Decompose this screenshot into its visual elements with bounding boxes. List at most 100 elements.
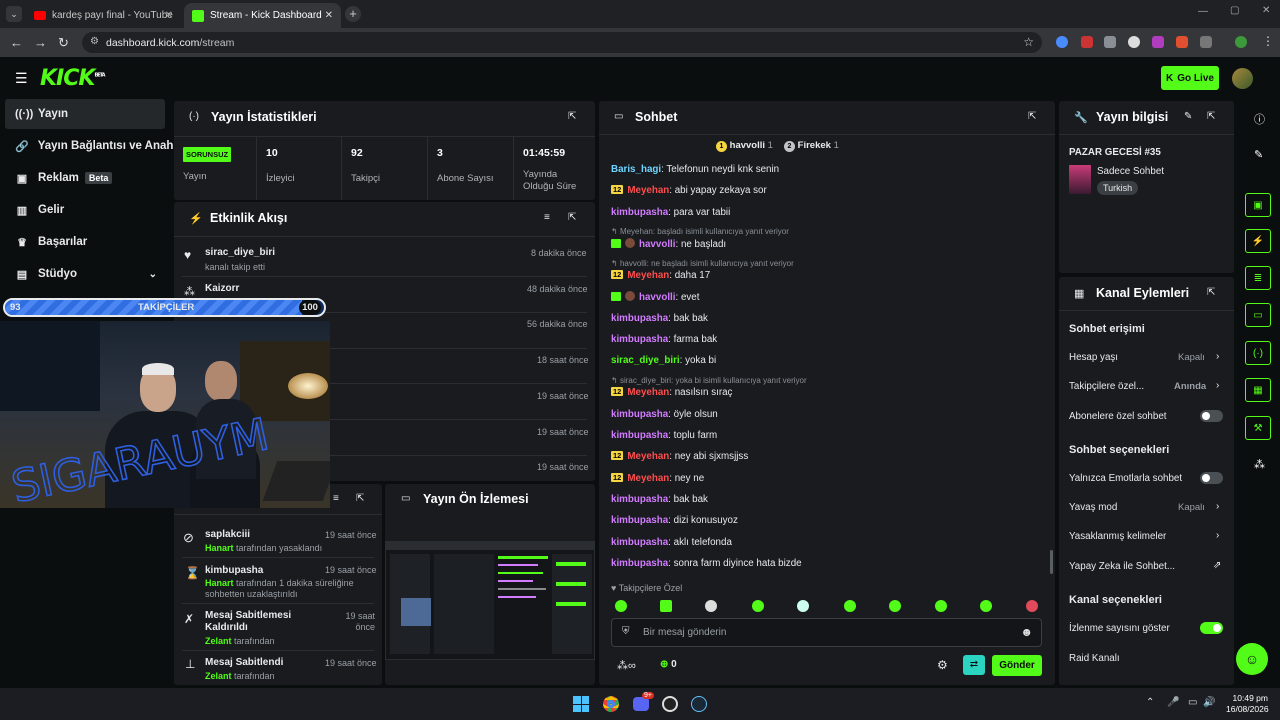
kick-logo[interactable]: KICKBETA [40,66,106,91]
chat-message[interactable]: sirac_diye_biri: yoka bi [611,355,716,366]
rail-modlog-button[interactable]: ≣ [1245,266,1271,290]
emote-icon[interactable] [660,600,672,612]
category-thumbnail[interactable] [1069,165,1091,194]
help-chat-button[interactable]: ☺ [1236,643,1268,675]
extension-icon[interactable] [1104,36,1116,48]
nav-item-achievements[interactable]: ♛ Başarılar [5,227,165,257]
account-age-setting[interactable]: Hesap yaşı [1069,352,1118,363]
filter-icon[interactable]: ≡ [544,212,550,223]
chat-message[interactable]: kimbupasha: bak bak [611,494,708,505]
tab-search-icon[interactable]: ⌄ [6,6,22,22]
popout-icon[interactable]: ⇱ [568,212,576,223]
chat-message[interactable]: kimbupasha: bak bak [611,313,708,324]
site-info-icon[interactable]: ⚙ [90,36,99,47]
chat-message[interactable]: kimbupasha: para var tabii [611,207,730,218]
slow-mode-setting[interactable]: Yavaş mod [1069,502,1117,513]
rail-info-button[interactable]: ⚒ [1245,416,1271,440]
chevron-right-icon[interactable]: › [1216,530,1219,541]
subs-only-toggle[interactable] [1200,410,1223,422]
settings-gear-icon[interactable]: ⚙ [937,658,948,672]
rail-activity-button[interactable]: ⚡ [1245,229,1271,253]
chat-points-infinity[interactable]: ⁂∞ [617,659,636,672]
windows-start-icon[interactable] [573,696,589,712]
minimize-icon[interactable]: — [1198,6,1208,17]
chevron-down-icon[interactable]: ⌄ [149,269,157,280]
extension-icon[interactable] [1081,36,1093,48]
address-bar[interactable]: ⚙ dashboard.kick.com/stream ☆ [82,32,1042,53]
chat-points[interactable]: ⊕ 0 [660,659,677,670]
ai-chat-setting[interactable]: Yapay Zeka ile Sohbet... [1069,561,1175,572]
send-button[interactable]: Gönder [992,655,1042,676]
chat-input[interactable]: ⛨ Bir mesaj gönderin ☻ [611,618,1042,647]
nav-item-stream-key[interactable]: 🔗Yayın Bağlantısı ve Anahtar [5,131,173,161]
emote-icon[interactable] [889,600,901,612]
activity-user[interactable]: sirac_diye_biri [205,247,275,258]
chat-message[interactable]: 12 Meyehan: abi yapay zekaya sor [611,185,767,196]
rail-broadcast-button[interactable]: (·) [1245,341,1271,365]
rail-chat-button[interactable]: ▭ [1245,303,1271,327]
nav-item-stream[interactable]: ((·)) Yayın [5,99,165,129]
emote-only-toggle[interactable] [1200,472,1223,484]
microphone-icon[interactable]: 🎤 [1167,697,1179,708]
nav-item-revenue[interactable]: ▥ Gelir [5,195,165,225]
chat-message[interactable]: Baris_hagi: Telefonun neydi knk senin [611,164,779,175]
discord-icon[interactable] [633,697,649,711]
top-gifter-2[interactable]: 2 Firekek 1 [784,140,839,152]
chat-message[interactable]: havvolli: ne başladı [611,238,726,250]
extensions-puzzle-icon[interactable] [1200,36,1212,48]
chat-message[interactable]: 12 Meyehan: ney abi sjxmsjjss [611,451,748,462]
hamburger-menu-icon[interactable]: ☰ [15,70,28,87]
popout-icon[interactable]: ⇱ [1207,287,1215,298]
activity-user[interactable]: Kaizorr [205,283,239,294]
window-close-icon[interactable]: ✕ [1262,5,1270,16]
emote-icon[interactable] [1026,600,1038,612]
chat-message[interactable]: kimbupasha: öyle olsun [611,409,718,420]
chevron-right-icon[interactable]: › [1216,351,1219,362]
dots-icon[interactable]: ⁂ [1254,458,1265,471]
close-tab-icon[interactable]: ✕ [325,10,333,21]
emoji-icon[interactable]: ☻ [1020,625,1033,639]
reload-icon[interactable]: ↻ [58,35,69,51]
profile-avatar-icon[interactable] [1235,36,1247,48]
nav-item-studio[interactable]: ▤ Stüdyo ⌄ [5,259,165,289]
extension-icon[interactable] [1056,36,1068,48]
emote-icon[interactable] [844,600,856,612]
back-icon[interactable]: ← [10,35,23,50]
emote-icon[interactable] [980,600,992,612]
top-gifter-1[interactable]: 1 havvolli 1 [716,140,773,152]
chevron-right-icon[interactable]: › [1216,501,1219,512]
extension-icon[interactable] [1176,36,1188,48]
chat-scrollbar[interactable] [1050,550,1053,574]
browser-menu-icon[interactable]: ⋮ [1262,34,1274,48]
tray-chevron-icon[interactable]: ⌃ [1146,697,1154,708]
bookmark-star-icon[interactable]: ☆ [1023,35,1034,49]
taskbar-clock[interactable]: 10:49 pm 16/08/2026 [1226,693,1269,715]
chat-message[interactable]: kimbupasha: toplu farm [611,430,717,441]
kicks-icon[interactable]: ⇄ [963,655,985,675]
new-tab-button[interactable]: + [345,6,361,22]
tab-kick-dashboard[interactable]: Stream - Kick Dashboard ✕ [184,3,341,28]
popout-icon[interactable]: ⇱ [1028,111,1036,122]
external-link-icon[interactable]: ⇗ [1213,560,1221,571]
chat-message[interactable]: 12 Meyehan: nasılsın sıraç [611,387,732,398]
close-tab-icon[interactable]: ✕ [165,10,173,21]
user-avatar[interactable] [1232,68,1253,89]
popout-icon[interactable]: ⇱ [1207,111,1215,122]
followers-only-setting[interactable]: Takipçilere özel... [1069,381,1144,392]
show-viewers-toggle[interactable] [1200,622,1223,634]
forward-icon[interactable]: → [34,35,47,50]
steam-icon[interactable] [691,696,707,712]
emote-icon[interactable] [752,600,764,612]
chat-message[interactable]: kimbupasha: aklı telefonda [611,537,732,548]
banned-words-setting[interactable]: Yasaklanmış kelimeler [1069,531,1166,542]
chat-message[interactable]: kimbupasha: sonra farm diyince hata bizd… [611,558,802,569]
category-name[interactable]: Sadece Sohbet [1097,166,1164,177]
chat-message[interactable]: 12 Meyehan: daha 17 [611,270,710,281]
extension-icon[interactable] [1128,36,1140,48]
emote-icon[interactable] [797,600,809,612]
stream-preview-video[interactable] [385,541,595,660]
emote-icon[interactable] [615,600,627,612]
volume-icon[interactable]: 🔊 [1203,697,1215,708]
emote-icon[interactable] [935,600,947,612]
extension-icon[interactable] [1152,36,1164,48]
